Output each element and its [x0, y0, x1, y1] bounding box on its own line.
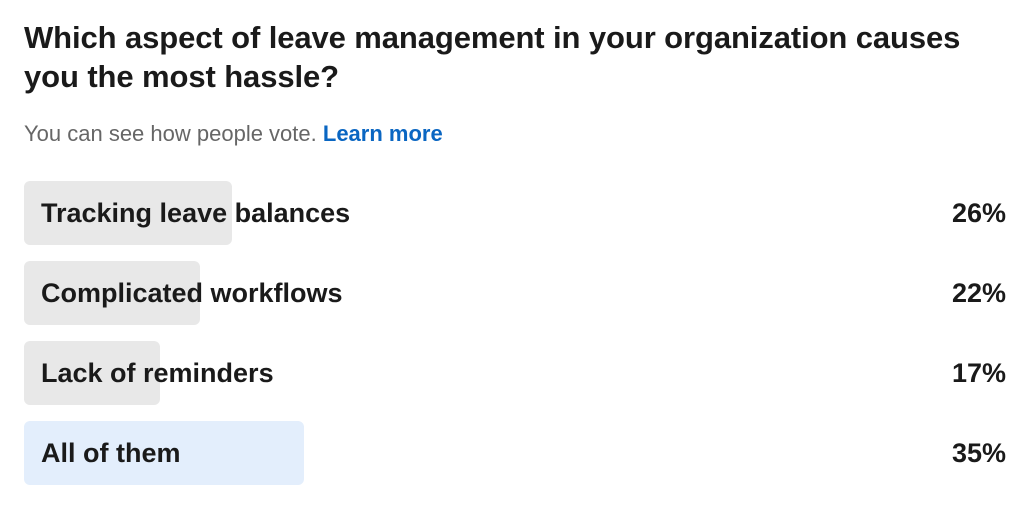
option-label: Complicated workflows — [41, 278, 343, 308]
option-label: Tracking leave balances — [41, 198, 351, 228]
poll-visibility-note: You can see how people vote. Learn more — [24, 120, 1006, 148]
learn-more-link[interactable]: Learn more — [323, 121, 443, 146]
poll-question: Which aspect of leave management in your… — [24, 20, 961, 94]
visibility-text: You can see how people vote. — [24, 121, 317, 146]
option-percentage: 26% — [951, 198, 1006, 228]
option-percentage: 22% — [951, 278, 1006, 308]
option-label: Lack of reminders — [41, 358, 274, 388]
poll-card: Which aspect of leave management in your… — [24, 18, 1006, 485]
poll-option[interactable]: Tracking leave balances 26% — [24, 181, 1006, 245]
poll-option[interactable]: Lack of reminders 17% — [24, 341, 1006, 405]
poll-options: Tracking leave balances 26% Complicated … — [24, 181, 1006, 485]
poll-option-selected[interactable]: All of them 35% — [24, 421, 1006, 485]
option-label: All of them — [41, 438, 181, 468]
poll-option[interactable]: Complicated workflows 22% — [24, 261, 1006, 325]
option-percentage: 35% — [951, 438, 1006, 468]
option-percentage: 17% — [951, 358, 1006, 388]
